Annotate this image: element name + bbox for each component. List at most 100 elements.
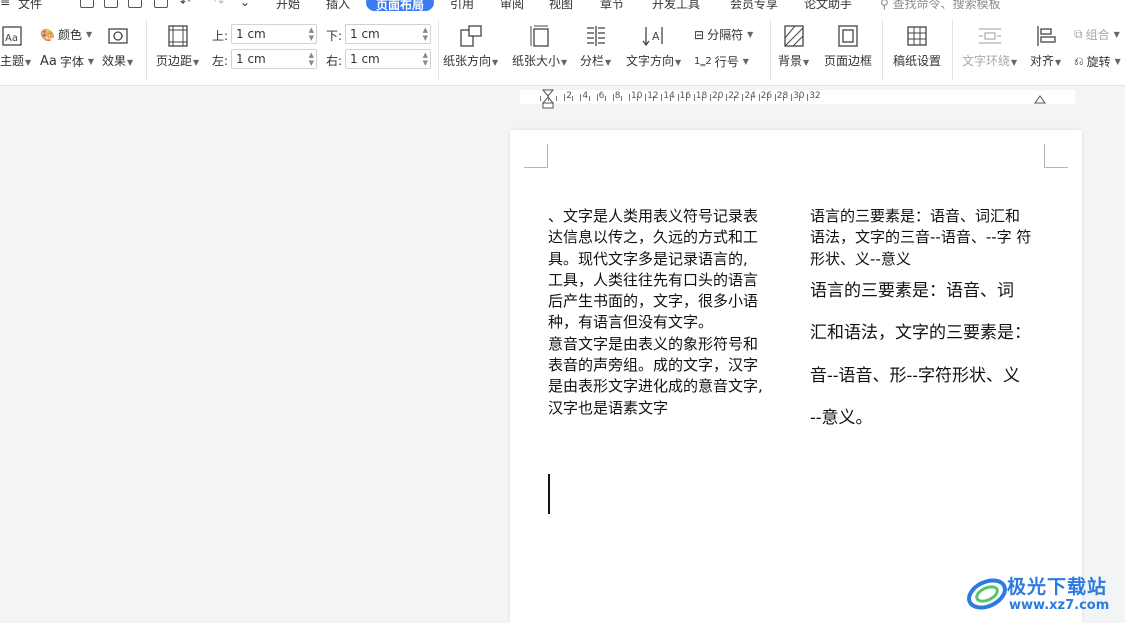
manuscript-label: 稿纸设置 [893, 54, 942, 68]
spinner-icon[interactable]: ▲ ▼ [423, 26, 428, 42]
text-line: 汉字也是语素文字 [548, 398, 669, 417]
bottom-margin-label: 下: [326, 29, 343, 43]
text-direction-icon: A [642, 24, 666, 48]
align-icon [1034, 24, 1058, 48]
left-margin-label: 左: [212, 54, 229, 68]
ruler-strip[interactable]: 2 4 6 8 10 12 14 16 18 20 22 24 26 28 30 32 [520, 89, 1075, 109]
left-margin-value: 1 cm [236, 52, 266, 66]
right-indent-marker-icon[interactable] [1034, 94, 1046, 104]
text-line: 语言的三要素是：语音、词 [810, 280, 1014, 301]
orientation-button[interactable]: 纸张方向▼ [443, 24, 498, 69]
page-border-button[interactable]: 页面边框 [824, 24, 872, 69]
undo-icon[interactable]: ↶ [180, 0, 190, 9]
text-line: 表音的声旁组。成的文字，汉字 [548, 356, 759, 375]
text-line: 音--语音、形--字符形状、义 [810, 365, 1020, 386]
quick-access-more-icon[interactable]: ⌄ [240, 0, 250, 9]
tab-home[interactable]: 开始 [276, 0, 300, 12]
menu-bar: ≡ 文件 ↶ ↷ ⌄ 开始 插入 页面布局 引用 审阅 视图 章节 开发工具 会… [0, 0, 1125, 12]
crop-mark-top-left [524, 144, 548, 168]
text-wrap-icon [978, 24, 1002, 48]
ruler-tick [612, 94, 614, 101]
align-label: 对齐 [1030, 54, 1055, 68]
document-page[interactable]: 、文字是人类用表义符号记录表 达信息以传之，久远的方式和工 具。现代文字多是记录… [510, 130, 1082, 623]
ruler-tick [791, 94, 792, 101]
ruler-label: 18 [695, 91, 708, 101]
ruler-tick [693, 94, 695, 101]
theme-label: 主题 [0, 54, 25, 68]
tab-view[interactable]: 视图 [549, 0, 573, 12]
separator-button[interactable]: ⊟ 分隔符 ▼ [694, 26, 753, 43]
ruler-tick [580, 94, 582, 101]
page-border-icon [836, 24, 860, 48]
paper-size-button[interactable]: 纸张大小▼ [512, 24, 567, 69]
tab-chapter[interactable]: 章节 [600, 0, 624, 12]
rotate-button[interactable]: ⎌ 旋转 ▼ [1074, 53, 1121, 70]
align-button[interactable]: 对齐▼ [1030, 24, 1061, 69]
group-label: 组合 [1085, 28, 1110, 42]
paragraph-large: 语言的三要素是：语音、词 汇和语法，文字的三要素是： 音--语音、形--字符形状… [810, 270, 1055, 440]
ruler-label: 14 [663, 91, 675, 101]
theme-button[interactable]: Aa 主题▼ [0, 24, 31, 69]
ruler-tick [677, 94, 679, 101]
manuscript-settings-button[interactable]: 稿纸设置 [893, 24, 941, 69]
print-preview-icon[interactable] [154, 0, 168, 8]
orientation-icon [459, 24, 483, 48]
group-button[interactable]: ⧉ 组合 ▼ [1074, 26, 1120, 43]
ruler-tick [572, 96, 574, 101]
color-button[interactable]: 🎨 颜色 ▼ [40, 26, 92, 43]
redo-icon[interactable]: ↷ [214, 0, 224, 9]
text-wrap-button[interactable]: 文字环绕▼ [962, 24, 1017, 69]
columns-button[interactable]: 分栏▼ [580, 24, 611, 69]
text-line: 种，有语言但没有文字。 [548, 313, 714, 332]
ruler-tick [564, 94, 566, 101]
text-direction-button[interactable]: A 文字方向▼ [626, 24, 681, 69]
font-button[interactable]: Aa 字体 ▼ [40, 53, 94, 70]
tab-insert[interactable]: 插入 [326, 0, 350, 12]
font-icon: Aa [40, 54, 57, 69]
background-button[interactable]: 背景▼ [778, 24, 809, 69]
text-line: 汇和语法，文字的三要素是： [810, 323, 1031, 344]
right-margin-label: 右: [326, 54, 343, 68]
paragraph-small: 语言的三要素是：语音、词汇和 语法，文字的三音--语音、--字 符 形状、义--… [810, 206, 1055, 270]
tab-references[interactable]: 引用 [450, 0, 474, 12]
top-margin-label: 上: [212, 29, 229, 43]
margins-icon [166, 24, 190, 48]
spinner-icon[interactable]: ▲ ▼ [309, 51, 314, 67]
tab-page-layout[interactable]: 页面布局 [366, 0, 435, 12]
left-margin-input[interactable]: 1 cm ▲ ▼ [231, 49, 317, 69]
watermark-url: www.xz7.com [1009, 598, 1110, 613]
watermark-brand: 极光下载站 [1007, 576, 1108, 598]
tab-review[interactable]: 审阅 [500, 0, 524, 12]
svg-text:A: A [652, 30, 660, 43]
ruler-tick [556, 96, 558, 101]
text-direction-label: 文字方向 [626, 54, 675, 68]
spinner-icon[interactable]: ▲ ▼ [423, 51, 428, 67]
spinner-icon[interactable]: ▲ ▼ [309, 26, 314, 42]
background-icon [782, 24, 806, 48]
right-margin-input[interactable]: 1 cm ▲ ▼ [345, 49, 431, 69]
font-label: 字体 [59, 55, 84, 69]
bottom-margin-input[interactable]: 1 cm ▲ ▼ [345, 24, 431, 44]
effect-icon [106, 24, 130, 48]
margins-button[interactable]: 页边距▼ [156, 24, 199, 69]
text-line: 形状、义--意义 [810, 249, 911, 268]
print-icon[interactable] [128, 0, 142, 8]
menu-hamburger-icon[interactable]: ≡ [0, 0, 10, 9]
line-number-button[interactable]: 1‗2 行号 ▼ [694, 53, 749, 70]
tab-developer[interactable]: 开发工具 [652, 0, 700, 12]
tab-thesis-assistant[interactable]: 论文助手 [804, 0, 852, 12]
top-margin-input[interactable]: 1 cm ▲ ▼ [231, 24, 317, 44]
save-icon[interactable] [80, 0, 94, 8]
ruler-label: 20 [712, 91, 724, 101]
page-border-label: 页面边框 [824, 54, 873, 68]
column-left[interactable]: 、文字是人类用表义符号记录表 达信息以传之，久远的方式和工 具。现代文字多是记录… [548, 206, 786, 419]
ruler-tick [758, 94, 760, 101]
menu-file[interactable]: 文件 [18, 0, 42, 12]
effect-button[interactable]: 效果▼ [102, 24, 133, 69]
export-pdf-icon[interactable] [104, 0, 118, 8]
column-right[interactable]: 语言的三要素是：语音、词汇和 语法，文字的三音--语音、--字 符 形状、义--… [810, 206, 1055, 440]
command-search[interactable]: ⚲ 查找命令、搜索模板 [880, 0, 1001, 12]
rotate-icon: ⎌ [1074, 54, 1084, 68]
right-margin-value: 1 cm [350, 52, 380, 66]
tab-member[interactable]: 会员专享 [730, 0, 778, 12]
